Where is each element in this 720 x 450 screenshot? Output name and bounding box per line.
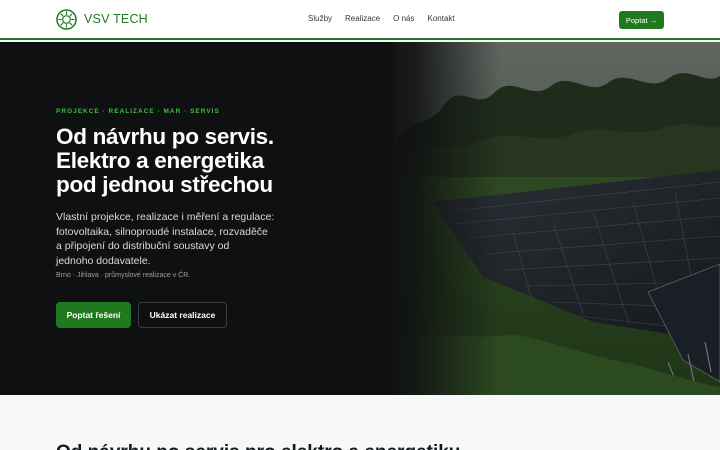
nav-link-projects[interactable]: Realizace	[345, 14, 380, 23]
show-projects-button[interactable]: Ukázat realizace	[138, 302, 227, 328]
nav-link-about[interactable]: O nás	[393, 14, 414, 23]
hero-lead: Vlastní projekce, realizace i měření a r…	[56, 210, 316, 268]
site-header: VSV TECH Služby Realizace O nás Kontakt …	[0, 0, 720, 40]
hero-section: PROJEKCE · REALIZACE · MAR · SERVIS Od n…	[0, 42, 720, 395]
hero-title-line: pod jednou střechou	[56, 172, 273, 197]
hero-lead-line: a připojení do distribuční soustavy od	[56, 240, 230, 252]
services-section: Od návrhu po servis pro elektro a energe…	[0, 395, 720, 450]
brand-logo-link[interactable]: VSV TECH	[56, 8, 148, 30]
hero-title-line: Od návrhu po servis.	[56, 124, 274, 149]
hero-image-fade	[380, 42, 500, 395]
hero-title: Od návrhu po servis. Elektro a energetik…	[56, 125, 376, 197]
header-inquiry-button[interactable]: Poptat →	[619, 11, 664, 29]
hero-locations: Brno · Jihlava · průmyslové realizace v …	[56, 272, 191, 279]
main-nav: Služby Realizace O nás Kontakt	[308, 14, 455, 23]
brand-name: VSV TECH	[84, 12, 148, 26]
hero-eyebrow: PROJEKCE · REALIZACE · MAR · SERVIS	[56, 108, 220, 115]
nav-link-services[interactable]: Služby	[308, 14, 332, 23]
hero-lead-line: fotovoltaika, silnoproudé instalace, roz…	[56, 225, 268, 238]
inquire-solution-button[interactable]: Poptat řešení	[56, 302, 131, 328]
section-title: Od návrhu po servis pro elektro a energe…	[56, 442, 460, 450]
hero-lead-line: jednoho dodavatele.	[56, 254, 151, 267]
hero-lead-line: Vlastní projekce, realizace i měření a r…	[56, 211, 275, 223]
nav-link-contact[interactable]: Kontakt	[428, 14, 455, 23]
hero-title-line: Elektro a energetika	[56, 148, 264, 173]
solar-grid-icon	[56, 8, 77, 30]
